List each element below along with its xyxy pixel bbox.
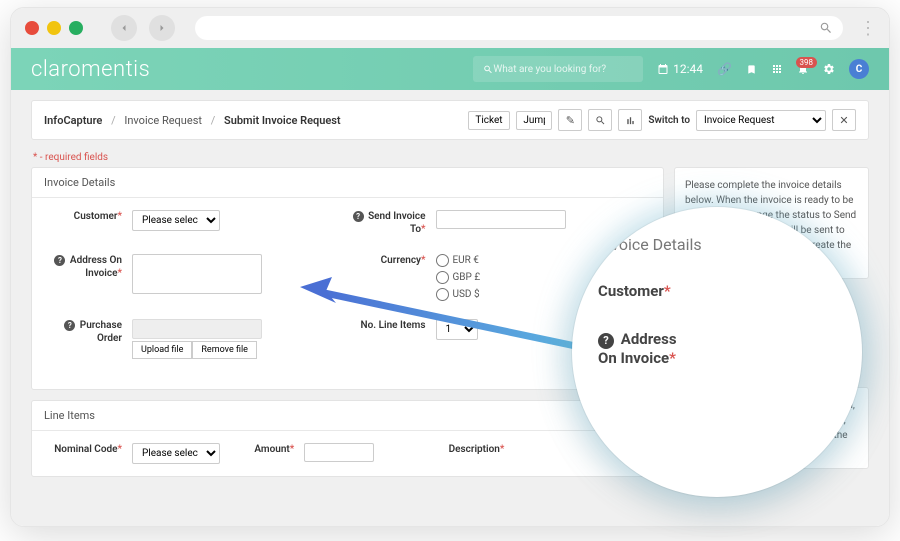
- back-button[interactable]: [111, 15, 137, 41]
- forward-button[interactable]: [149, 15, 175, 41]
- zoom-customer: Customer*: [598, 282, 862, 300]
- search-ticket-icon[interactable]: [588, 109, 612, 131]
- address-textarea[interactable]: [132, 254, 262, 294]
- zoom-callout: Invoice Details Customer* ? AddressOn In…: [572, 207, 862, 497]
- avatar[interactable]: C: [849, 59, 869, 79]
- link-icon[interactable]: 🔗: [717, 62, 732, 76]
- required-note: * - required fields: [31, 148, 869, 167]
- description-label: Description*: [426, 443, 504, 456]
- breadcrumb: InfoCapture / Invoice Request / Submit I…: [44, 114, 341, 127]
- currency-usd[interactable]: [436, 288, 449, 301]
- zoom-address: ? AddressOn Invoice*: [598, 330, 862, 367]
- close-window[interactable]: [25, 21, 39, 35]
- amount-input[interactable]: [304, 443, 374, 462]
- jump-input[interactable]: [516, 111, 552, 130]
- switch-select[interactable]: Invoice Request: [696, 110, 826, 131]
- remove-file-button[interactable]: Remove file: [192, 341, 257, 359]
- breadcrumb-bar: InfoCapture / Invoice Request / Submit I…: [31, 100, 869, 140]
- send-to-label: ? Send Invoice To*: [348, 210, 426, 236]
- ticket-input[interactable]: [468, 111, 510, 130]
- customer-select[interactable]: Please select...: [132, 210, 220, 231]
- invoice-details-panel: Invoice Details Customer* Please select.…: [31, 167, 664, 390]
- nominal-label: Nominal Code*: [44, 443, 122, 456]
- search-input[interactable]: [493, 64, 633, 75]
- search-icon: [819, 21, 833, 35]
- currency-label: Currency*: [348, 254, 426, 267]
- settings-icon[interactable]: [823, 63, 835, 75]
- logo[interactable]: claromentis: [31, 57, 150, 82]
- line-items-panel: Line Items Nominal Code* Please select..…: [31, 400, 664, 477]
- bell-icon[interactable]: 398: [797, 63, 809, 75]
- grid-icon[interactable]: [771, 63, 783, 75]
- global-search[interactable]: [473, 56, 643, 82]
- minimize-window[interactable]: [47, 21, 61, 35]
- address-label: ? Address On Invoice*: [44, 254, 122, 280]
- notification-badge: 398: [796, 57, 818, 68]
- file-display: [132, 319, 262, 339]
- line-items-label: No. Line Items: [348, 319, 426, 332]
- nominal-select[interactable]: Please select...: [132, 443, 220, 464]
- switch-label: Switch to: [648, 115, 690, 126]
- bookmark-icon[interactable]: [746, 64, 757, 75]
- url-bar[interactable]: [195, 16, 843, 40]
- clock-icon[interactable]: 12:44: [657, 62, 703, 76]
- send-to-input[interactable]: [436, 210, 566, 229]
- maximize-window[interactable]: [69, 21, 83, 35]
- edit-icon[interactable]: ✎: [558, 109, 582, 131]
- currency-gbp[interactable]: [436, 271, 449, 284]
- amount-label: Amount*: [244, 443, 294, 456]
- currency-radios: EUR € GBP £ USD $: [436, 254, 481, 301]
- panel-header: Invoice Details: [32, 168, 663, 198]
- tools-icon[interactable]: ✕: [832, 109, 856, 131]
- app-topbar: claromentis 12:44 🔗 398 C: [11, 48, 889, 90]
- customer-label: Customer*: [44, 210, 122, 223]
- stats-icon[interactable]: [618, 109, 642, 131]
- search-icon: [483, 64, 493, 75]
- panel-header: Line Items: [32, 401, 663, 431]
- browser-chrome: ⋮: [11, 8, 889, 48]
- upload-file-button[interactable]: Upload file: [132, 341, 192, 359]
- browser-menu-icon[interactable]: ⋮: [859, 18, 875, 39]
- currency-eur[interactable]: [436, 254, 449, 267]
- po-label: ? Purchase Order: [44, 319, 122, 345]
- line-items-select[interactable]: 1: [436, 319, 478, 340]
